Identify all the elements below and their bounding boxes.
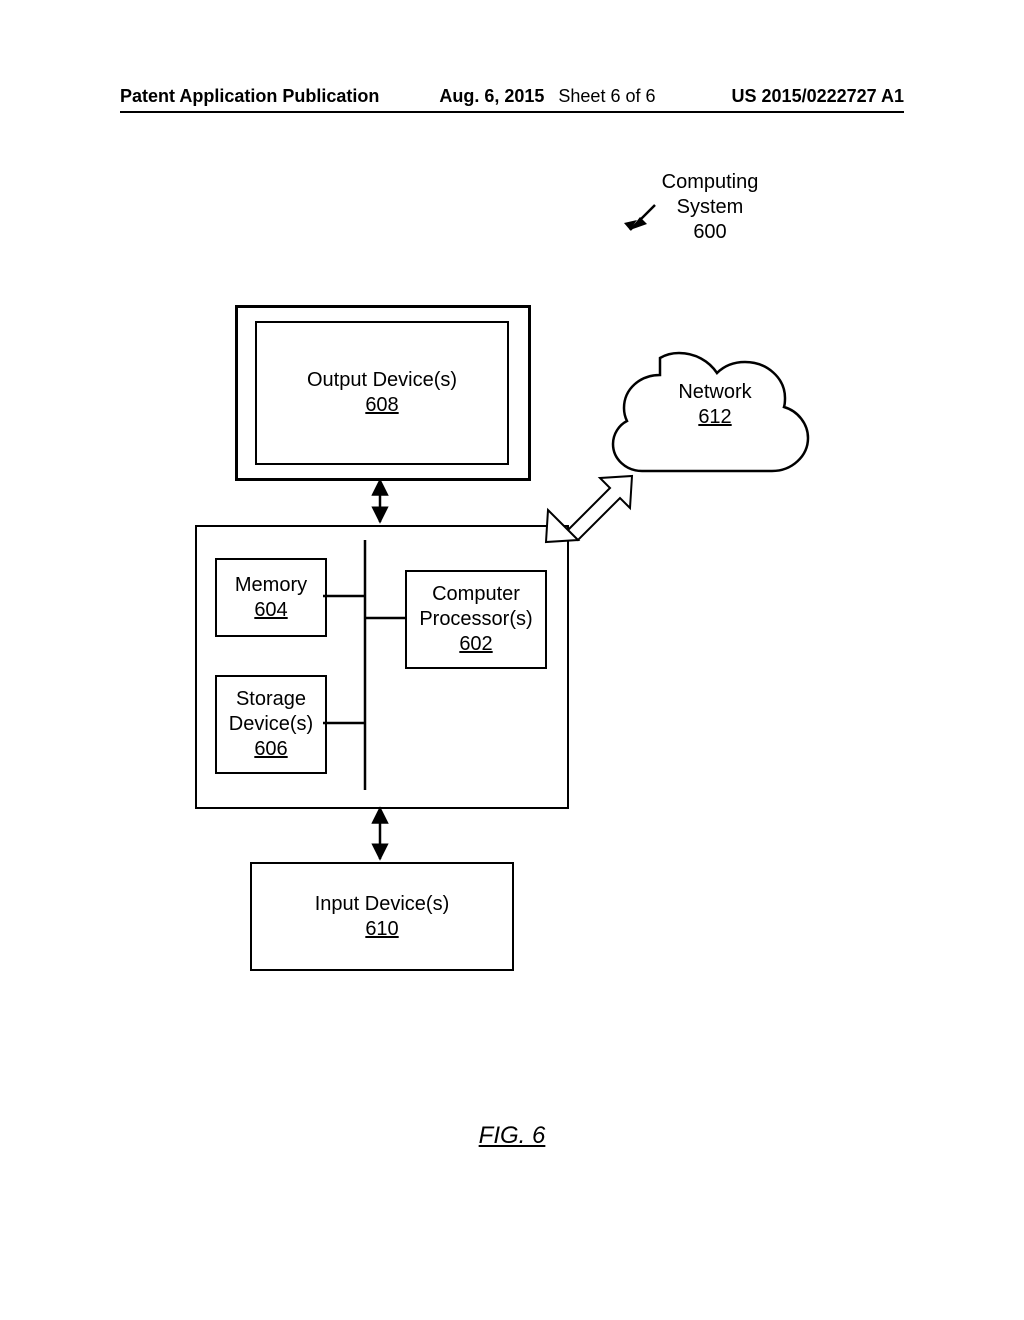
input-device-ref: 610 (365, 917, 398, 942)
computing-system-label: Computing System 600 (640, 170, 780, 245)
memory-label: Memory (235, 573, 307, 598)
output-device-label: Output Device(s) (307, 368, 457, 393)
processor-box: Computer Processor(s) 602 (405, 570, 547, 669)
computing-system-line1: Computing (640, 170, 780, 195)
memory-ref: 604 (254, 598, 287, 623)
memory-box: Memory 604 (215, 558, 327, 637)
output-device-ref: 608 (365, 393, 398, 418)
network-label: Network (650, 380, 780, 405)
network-label-container: Network 612 (650, 380, 780, 430)
input-device-box: Input Device(s) 610 (250, 862, 514, 971)
processor-line1: Computer (432, 582, 520, 607)
processor-ref: 602 (459, 632, 492, 657)
storage-line2: Device(s) (229, 712, 313, 737)
network-ref: 612 (650, 405, 780, 430)
figure-caption: FIG. 6 (0, 1122, 1024, 1150)
storage-line1: Storage (236, 687, 306, 712)
input-device-label: Input Device(s) (315, 892, 450, 917)
computing-system-line2: System (640, 195, 780, 220)
processor-line2: Processor(s) (419, 607, 532, 632)
output-device-box: Output Device(s) 608 (255, 321, 509, 465)
storage-ref: 606 (254, 737, 287, 762)
computing-system-ref: 600 (640, 220, 780, 245)
storage-box: Storage Device(s) 606 (215, 675, 327, 774)
